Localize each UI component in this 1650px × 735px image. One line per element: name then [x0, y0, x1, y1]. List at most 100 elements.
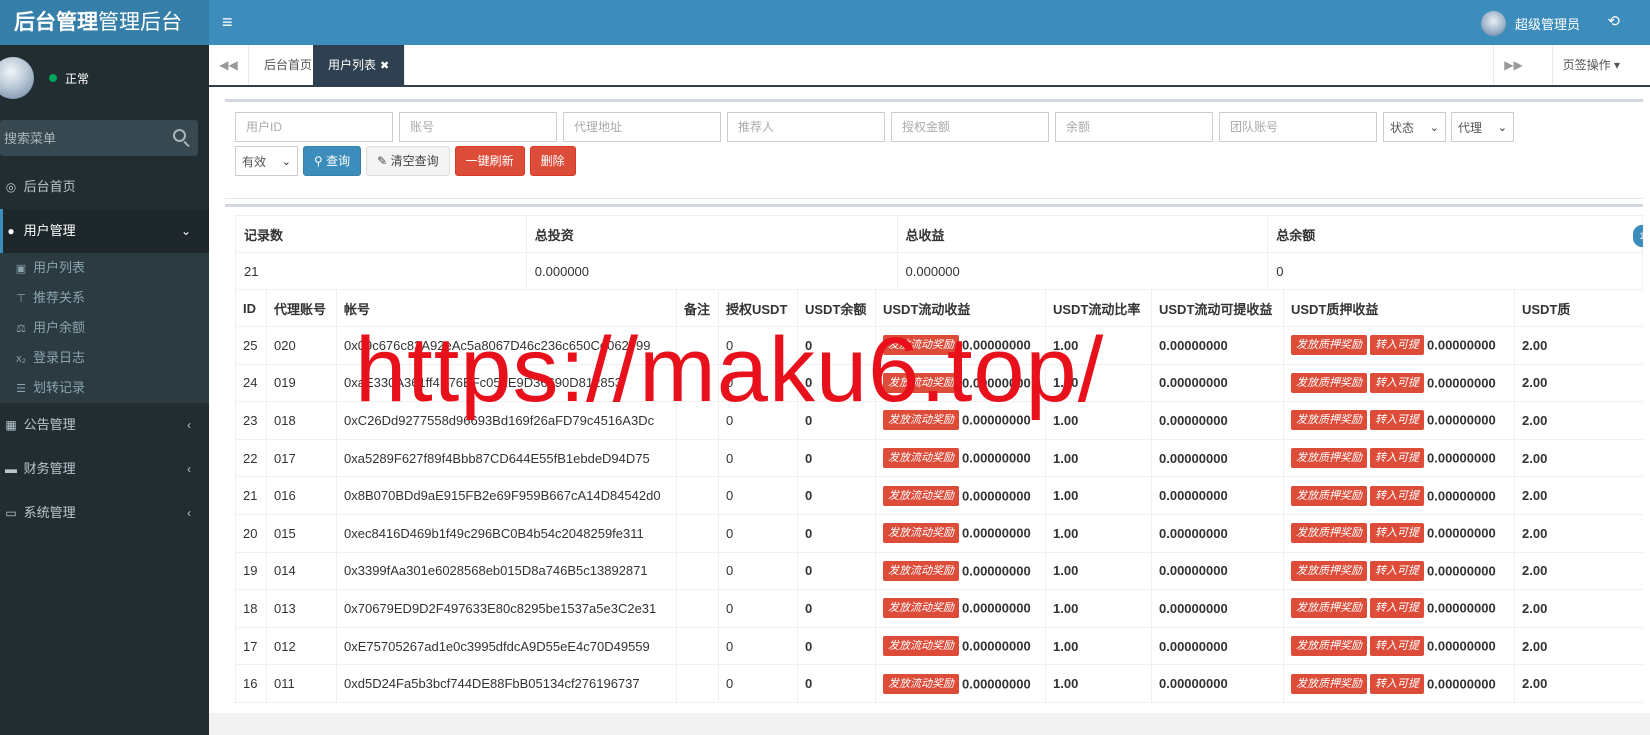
issue-pledge-reward-button[interactable]: 发放质押奖励 [1291, 636, 1367, 657]
column-header[interactable]: USDT质押收益 [1283, 289, 1515, 327]
column-header[interactable]: USDT流动可提收益 [1151, 289, 1284, 327]
transfer-withdrawable-button[interactable]: 转入可提 [1370, 485, 1424, 506]
issue-pledge-reward-button[interactable]: 发放质押奖励 [1291, 673, 1367, 694]
tab-operations-dropdown[interactable]: 页签操作 ▾ [1551, 45, 1630, 85]
search-icon[interactable] [173, 129, 186, 142]
issue-pledge-reward-button[interactable]: 发放质押奖励 [1291, 560, 1367, 581]
cell-note [676, 326, 719, 365]
cell-flow-withdrawable: 0.00000000 [1151, 551, 1284, 591]
menu-label: 用户管理 [23, 223, 76, 238]
transfer-withdrawable-button[interactable]: 转入可提 [1370, 372, 1424, 393]
delete-button[interactable]: 删除 [529, 146, 576, 176]
transfer-withdrawable-button[interactable]: 转入可提 [1370, 523, 1424, 544]
issue-pledge-reward-button[interactable]: 发放质押奖励 [1291, 410, 1367, 431]
status-select[interactable]: 状态 ⌄ [1383, 112, 1446, 142]
issue-flow-reward-button[interactable]: 发放流动奖励 [883, 485, 959, 506]
transfer-withdrawable-button[interactable]: 转入可提 [1370, 598, 1424, 619]
cell-auth-usdt: 0 [718, 326, 798, 365]
sidebar-item-announcements[interactable]: ▦ 公告管理 ‹ [0, 403, 209, 447]
agent-select[interactable]: 代理 ⌄ [1451, 112, 1514, 142]
transfer-withdrawable-button[interactable]: 转入可提 [1370, 448, 1424, 469]
sidebar-item-referrals[interactable]: ⊤ 推荐关系 [0, 283, 209, 313]
main-content: 状态 ⌄ 代理 ⌄ 有效 ⌄ ⚲ 查询 ✎ 清空查询 一键刷新 删除 记录数 总投资 … [209, 87, 1650, 735]
close-icon[interactable]: ✖ [380, 60, 389, 72]
transfer-withdrawable-button[interactable]: 转入可提 [1370, 673, 1424, 694]
sidebar-item-system[interactable]: ▭ 系统管理 ‹ [0, 491, 209, 535]
cell-flow-income: 发放流动奖励 0.00000000 [875, 589, 1046, 628]
cell-flow-income: 发放流动奖励 0.00000000 [875, 664, 1046, 703]
valid-select[interactable]: 有效 ⌄ [235, 146, 298, 176]
sidebar-search-input[interactable] [0, 120, 160, 156]
issue-flow-reward-button[interactable]: 发放流动奖励 [883, 598, 959, 619]
account-input[interactable] [399, 112, 557, 142]
search-button[interactable]: ⚲ 查询 [303, 146, 362, 176]
sidebar-item-login-log[interactable]: x₂ 登录日志 [0, 343, 209, 373]
pledge-income-value: 0.00000000 [1427, 488, 1496, 504]
cell-auth-usdt: 0 [718, 513, 798, 553]
clear-button-label: 清空查询 [390, 154, 439, 168]
menu-toggle-icon[interactable]: ≡ [222, 12, 233, 33]
clear-search-button[interactable]: ✎ 清空查询 [366, 146, 450, 176]
transfer-withdrawable-button[interactable]: 转入可提 [1370, 410, 1424, 431]
issue-flow-reward-button[interactable]: 发放流动奖励 [883, 636, 959, 657]
issue-flow-reward-button[interactable]: 发放流动奖励 [883, 673, 959, 694]
logo[interactable]: 后台管理管理后台 [0, 0, 209, 45]
column-header[interactable]: ID [235, 289, 267, 327]
column-header[interactable]: 帐号 [336, 289, 677, 327]
column-header[interactable]: USDT质 [1514, 289, 1643, 327]
tab-scroll-left-icon[interactable]: ◀◀ [209, 45, 249, 85]
refresh-icon[interactable]: ⟲ [1607, 12, 1620, 30]
issue-flow-reward-button[interactable]: 发放流动奖励 [883, 560, 959, 581]
sidebar-item-user-management[interactable]: ● 用户管理 ⌄ [0, 209, 209, 253]
chevron-down-icon: ⌄ [1497, 121, 1507, 134]
transfer-withdrawable-button[interactable]: 转入可提 [1370, 560, 1424, 581]
tab-scroll-right-icon[interactable]: ▶▶ [1493, 45, 1533, 85]
issue-flow-reward-button[interactable]: 发放流动奖励 [883, 410, 959, 431]
issue-pledge-reward-button[interactable]: 发放质押奖励 [1291, 448, 1367, 469]
issue-flow-reward-button[interactable]: 发放流动奖励 [883, 372, 959, 393]
issue-flow-reward-button[interactable]: 发放流动奖励 [883, 335, 959, 356]
floating-badge-icon[interactable]: 1 [1633, 225, 1643, 247]
cell-flow-ratio: 1.00 [1045, 664, 1152, 703]
transfer-withdrawable-button[interactable]: 转入可提 [1370, 335, 1424, 356]
cell-auth-usdt: 0 [718, 476, 798, 515]
issue-flow-reward-button[interactable]: 发放流动奖励 [883, 523, 959, 544]
auth-amount-input[interactable] [891, 112, 1049, 142]
avatar [1480, 10, 1506, 36]
issue-pledge-reward-button[interactable]: 发放质押奖励 [1291, 523, 1367, 544]
cell-agent: 020 [266, 326, 337, 365]
issue-pledge-reward-button[interactable]: 发放质押奖励 [1291, 372, 1367, 393]
flow-income-value: 0.00000000 [962, 488, 1031, 504]
table-row: 16 011 0xd5D24Fa5b3bcf744DE88FbB05134cf276… [235, 664, 1643, 703]
issue-flow-reward-button[interactable]: 发放流动奖励 [883, 448, 959, 469]
column-header[interactable]: USDT流动收益 [875, 289, 1046, 327]
user-menu[interactable]: 超级管理员 [1480, 8, 1580, 38]
column-header[interactable]: USDT余额 [797, 289, 876, 327]
issue-pledge-reward-button[interactable]: 发放质押奖励 [1291, 335, 1367, 356]
column-header[interactable]: USDT流动比率 [1045, 289, 1152, 327]
team-account-input[interactable] [1219, 112, 1377, 142]
sidebar-item-finance[interactable]: ▬ 财务管理 ‹ [0, 447, 209, 491]
column-header[interactable]: 备注 [676, 289, 719, 327]
agent-address-input[interactable] [563, 112, 721, 142]
user-id-input[interactable] [235, 112, 393, 142]
column-header[interactable]: 代理账号 [266, 289, 337, 327]
cell-note [676, 589, 719, 628]
balance-input[interactable] [1055, 112, 1213, 142]
subscript-icon: x₂ [16, 353, 26, 365]
sidebar-item-user-list[interactable]: ▣ 用户列表 [0, 253, 209, 283]
sidebar-item-transfer-records[interactable]: ☰ 划转记录 [0, 373, 209, 403]
cell-note [676, 438, 719, 478]
referrer-input[interactable] [727, 112, 885, 142]
sidebar-item-user-balance[interactable]: ⚖ 用户余额 [0, 313, 209, 343]
refresh-all-button[interactable]: 一键刷新 [454, 146, 525, 176]
column-header[interactable]: 授权USDT [718, 289, 798, 327]
transfer-withdrawable-button[interactable]: 转入可提 [1370, 636, 1424, 657]
issue-pledge-reward-button[interactable]: 发放质押奖励 [1291, 485, 1367, 506]
sidebar-item-dashboard[interactable]: ◎ 后台首页 [0, 165, 209, 209]
tab-user-list[interactable]: 用户列表 ✖ [313, 45, 406, 85]
cell-pledge-income: 发放质押奖励 转入可提 0.00000000 [1283, 589, 1515, 628]
cell-usdt-balance: 0 [797, 438, 876, 478]
cell-pledge-income: 发放质押奖励 转入可提 0.00000000 [1283, 326, 1515, 365]
issue-pledge-reward-button[interactable]: 发放质押奖励 [1291, 598, 1367, 619]
